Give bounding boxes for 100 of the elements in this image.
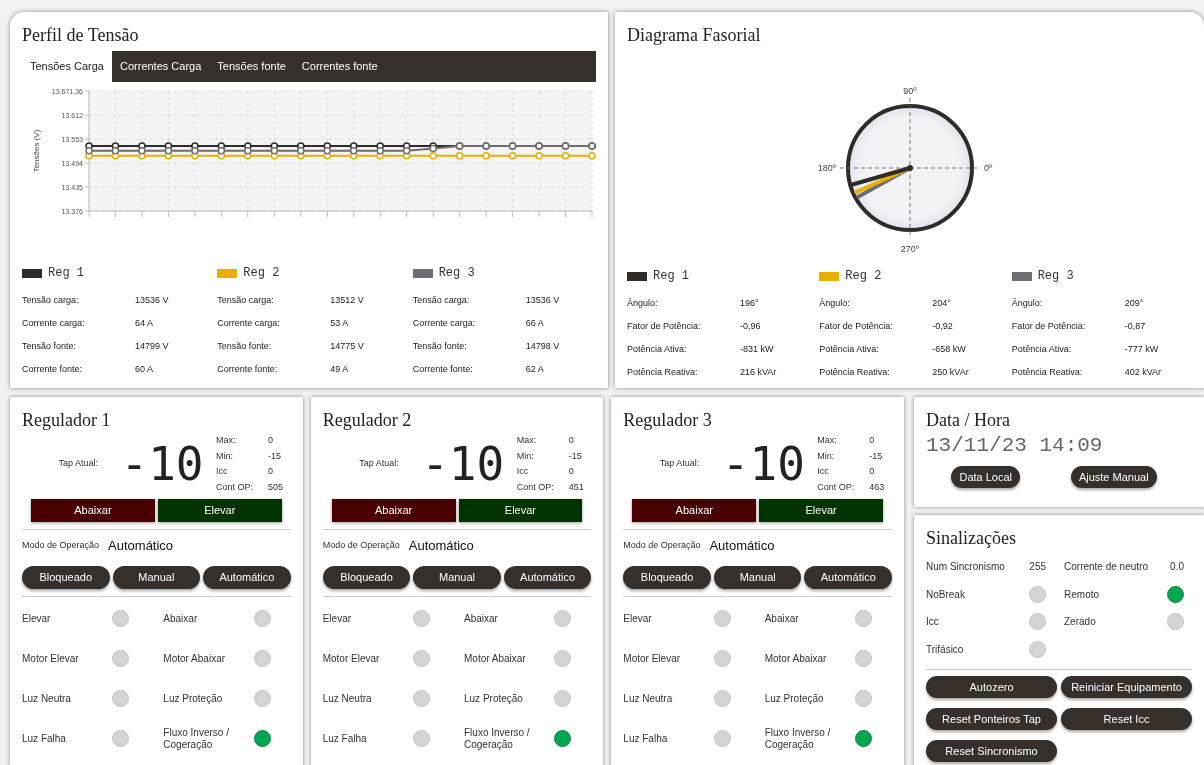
field-label: Potência Ativa: bbox=[1011, 343, 1073, 357]
indicator-label: Elevar bbox=[623, 612, 653, 625]
stat-value: 0 bbox=[568, 434, 574, 447]
tap-label: Tap Atual: bbox=[658, 457, 701, 471]
tap-label: Tap Atual: bbox=[358, 457, 400, 471]
signal-label: Num Sincronismo bbox=[926, 560, 1005, 575]
stat-label: Cont OP: bbox=[817, 480, 856, 494]
field-label: Fator de Potência: bbox=[1011, 320, 1087, 334]
indicator-label: Elevar bbox=[22, 612, 52, 625]
field-value: 13536 V bbox=[525, 294, 560, 308]
signal-value: 0.0 bbox=[1170, 560, 1184, 575]
indicator-label: Luz Neutra bbox=[22, 692, 72, 705]
field-value: 196° bbox=[740, 297, 759, 311]
angle-label: 270º bbox=[900, 244, 919, 254]
field-label: Corrente fonte: bbox=[22, 363, 84, 377]
indicator-label: Abaixar bbox=[163, 612, 199, 625]
legend-label: Reg 2 bbox=[243, 265, 280, 282]
stat-value: 451 bbox=[568, 480, 584, 494]
indicator-label: Fluxo Inverso / Cogeração bbox=[764, 726, 832, 751]
stat-label: Min: bbox=[216, 449, 234, 463]
indicator-label: Motor Abaixar bbox=[464, 652, 527, 665]
indicator-label: Luz Neutra bbox=[322, 692, 373, 705]
panel-title: Data / Hora bbox=[926, 411, 1011, 429]
stat-value: 0 bbox=[268, 465, 273, 478]
field-value: 60 A bbox=[135, 363, 154, 377]
indicator-label: Motor Elevar bbox=[322, 652, 381, 665]
stat-value: 463 bbox=[869, 480, 885, 494]
legend-label: Reg 3 bbox=[1037, 268, 1074, 285]
datetime-value: 13/11/23 14:09 bbox=[926, 435, 1104, 456]
stat-label: Icc bbox=[516, 465, 530, 478]
field-label: Tensão carga: bbox=[217, 294, 275, 308]
field-value: -831 kW bbox=[740, 343, 774, 357]
mode-value: Automático bbox=[108, 537, 174, 555]
indicator-label: Fluxo Inverso / Cogeração bbox=[464, 726, 531, 751]
field-label: Fator de Potência: bbox=[819, 320, 894, 334]
indicator-label: Motor Elevar bbox=[623, 652, 682, 665]
stat-label: Cont OP: bbox=[516, 480, 555, 494]
stat-label: Max: bbox=[817, 434, 838, 447]
stat-label: Icc bbox=[817, 465, 830, 478]
stat-label: Icc bbox=[216, 465, 229, 478]
field-label: Tensão fonte: bbox=[217, 340, 273, 354]
field-label: Tensão carga: bbox=[412, 294, 471, 308]
signal-label: Trifásico bbox=[926, 642, 964, 657]
mode-value: Automático bbox=[709, 537, 775, 555]
field-value: -0,96 bbox=[740, 320, 761, 334]
panel-title: Regulador 3 bbox=[623, 411, 713, 429]
field-label: Potência Reativa: bbox=[627, 366, 699, 380]
indicator-label: Luz Neutra bbox=[623, 692, 674, 705]
field-value: 62 A bbox=[525, 363, 544, 377]
field-value: 402 kVAr bbox=[1124, 366, 1161, 380]
field-value: -0,87 bbox=[1124, 320, 1146, 334]
field-label: Potência Ativa: bbox=[819, 343, 880, 357]
legend-label: Reg 2 bbox=[845, 268, 882, 285]
tap-value: -10 bbox=[119, 441, 205, 487]
panel-title: Perfil de Tensão bbox=[22, 26, 140, 44]
stat-value: -15 bbox=[568, 449, 582, 463]
field-value: 216 kVAr bbox=[740, 366, 777, 380]
stat-label: Cont OP: bbox=[216, 480, 254, 494]
stat-value: 0 bbox=[568, 465, 574, 478]
indicator-label: Motor Abaixar bbox=[764, 652, 828, 665]
signal-value: 255 bbox=[1029, 560, 1046, 575]
legend-label: Reg 3 bbox=[438, 265, 475, 282]
indicator-label: Motor Elevar bbox=[22, 652, 80, 665]
mode-value: Automático bbox=[408, 537, 474, 555]
indicator-label: Fluxo Inverso / Cogeração bbox=[163, 726, 230, 751]
field-value: 13512 V bbox=[330, 294, 364, 308]
angle-label: 90º bbox=[902, 86, 917, 96]
field-value: 66 A bbox=[525, 317, 544, 331]
legend-label: Reg 1 bbox=[653, 268, 689, 285]
field-label: Ângulo: bbox=[1011, 297, 1044, 311]
stat-label: Max: bbox=[216, 434, 237, 447]
field-value: 14798 V bbox=[525, 340, 560, 354]
field-value: 53 A bbox=[330, 317, 349, 331]
field-value: 13536 V bbox=[135, 294, 169, 308]
field-label: Corrente carga: bbox=[412, 317, 477, 331]
field-value: -658 kW bbox=[932, 343, 966, 357]
signal-label: Icc bbox=[926, 615, 939, 630]
angle-label: 180º bbox=[817, 163, 836, 173]
field-value: 14775 V bbox=[330, 340, 364, 354]
field-label: Ângulo: bbox=[627, 297, 659, 311]
tap-value: -10 bbox=[720, 441, 806, 487]
field-label: Ângulo: bbox=[819, 297, 851, 311]
field-label: Corrente fonte: bbox=[217, 363, 279, 377]
field-label: Potência Ativa: bbox=[627, 343, 688, 357]
field-value: 64 A bbox=[135, 317, 154, 331]
indicator-label: Elevar bbox=[322, 612, 353, 625]
y-axis-label: Tensões (V) bbox=[32, 129, 41, 173]
field-label: Tensão carga: bbox=[22, 294, 80, 308]
stat-label: Min: bbox=[516, 449, 535, 463]
mode-label: Modo de Operação bbox=[22, 539, 100, 552]
indicator-label: Luz Proteção bbox=[464, 692, 524, 705]
indicator-label: Luz Proteção bbox=[764, 692, 825, 705]
panel-title: Regulador 2 bbox=[322, 411, 413, 429]
indicator-label: Luz Falha bbox=[22, 732, 67, 745]
field-value: 14799 V bbox=[135, 340, 169, 354]
indicator-label: Luz Falha bbox=[322, 732, 368, 745]
panel-title: Diagrama Fasorial bbox=[627, 26, 762, 44]
field-value: -0,92 bbox=[932, 320, 953, 334]
field-value: 204° bbox=[932, 297, 951, 311]
field-value: 49 A bbox=[330, 363, 349, 377]
